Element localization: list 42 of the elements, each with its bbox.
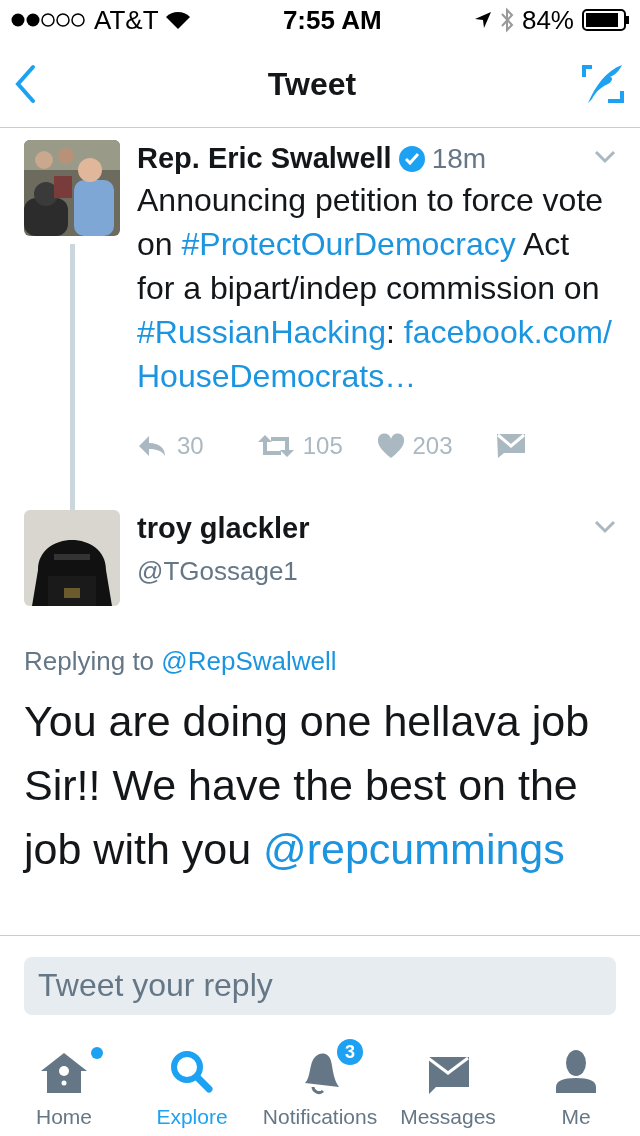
reply-input-field[interactable]: Tweet your reply (24, 956, 616, 1015)
reply-button[interactable]: 30 (137, 428, 257, 464)
chevron-down-icon[interactable] (594, 520, 616, 534)
location-arrow-icon (473, 11, 492, 29)
envelope-icon (496, 433, 527, 459)
retweet-icon (256, 433, 295, 459)
tweet-link[interactable]: @repcummings (263, 825, 565, 873)
search-icon (169, 1049, 215, 1095)
battery-icon (582, 9, 630, 31)
mention-link[interactable]: @RepSwalwell (161, 646, 337, 676)
chevron-down-icon[interactable] (594, 150, 616, 164)
tweet-link[interactable]: facebook.com/ (403, 314, 612, 350)
person-icon (555, 1049, 597, 1095)
tweet-link[interactable]: #ProtectOurDemocracy (181, 226, 516, 262)
retweet-button[interactable]: 105 (256, 428, 377, 464)
user-handle: @TGossage1 (137, 555, 299, 588)
clock-time: 7:55 AM (282, 3, 382, 37)
tweet-text: Announcing petition to force vote on #ProtectOurDemocracy Act for a bipart/indep commission on #RussianHacking: facebook.com/ HouseDemocrats… (137, 181, 613, 396)
tab-bar-item[interactable]: Home (0, 1035, 128, 1133)
replying-to-text: Replying to @RepSwalwell (23, 645, 338, 678)
signal-icon (10, 12, 88, 28)
tab-bar-item[interactable]: Me (512, 1035, 640, 1133)
wifi-icon (164, 10, 191, 30)
tab-bar-item[interactable]: 3 Notifications (256, 1035, 384, 1133)
back-chevron-icon (14, 63, 36, 104)
tweet-time: 18m (431, 142, 487, 176)
like-button[interactable]: 203 (376, 428, 497, 464)
envelope-icon (426, 1055, 470, 1095)
carrier-label: AT&T (94, 3, 159, 37)
tweet-link[interactable]: HouseDemocrats… (137, 358, 417, 394)
user-name[interactable]: troy glackler (137, 507, 310, 551)
bluetooth-icon (499, 7, 514, 33)
reply-tweet-text: You are doing one hellava job Sir!! We have the best on the job with you @repcummings (22, 696, 591, 875)
battery-percent: 84% (521, 3, 574, 37)
tab-bar-item[interactable]: Explore (128, 1035, 256, 1133)
count-badge: 3 (335, 1037, 365, 1067)
tweet-link[interactable]: #RussianHacking (137, 314, 386, 350)
heart-icon (376, 433, 405, 459)
screen-title: Tweet (267, 64, 357, 104)
tab-bar-item[interactable]: Messages (384, 1035, 512, 1133)
compose-quill-icon (582, 62, 624, 105)
user-name[interactable]: Rep. Eric Swalwell (137, 137, 392, 181)
